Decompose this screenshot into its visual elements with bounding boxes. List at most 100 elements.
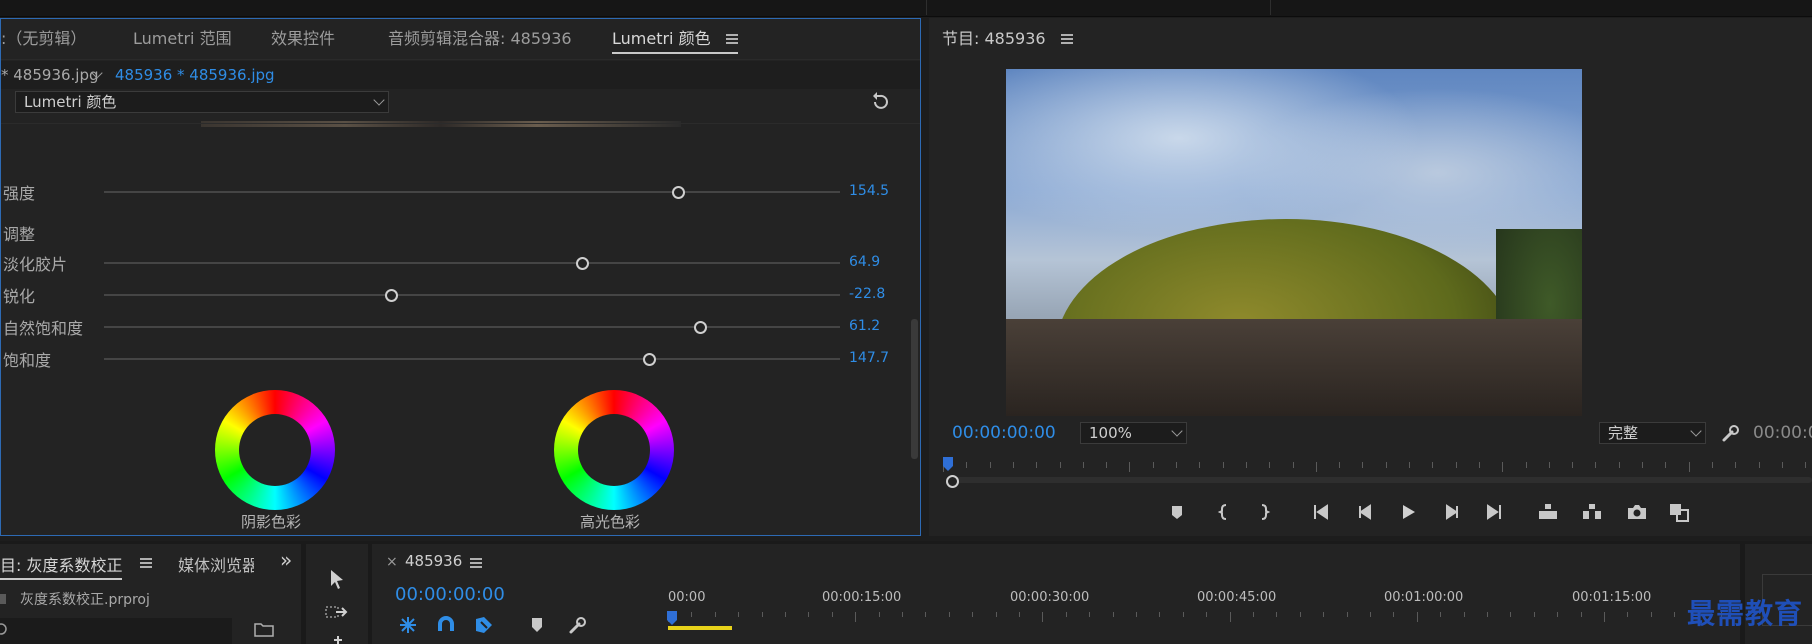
timeline-tick bbox=[1393, 612, 1395, 617]
ruler-tick bbox=[1478, 462, 1480, 468]
scrub-knob[interactable] bbox=[946, 475, 959, 488]
timeline-tick bbox=[1253, 612, 1254, 617]
mark-in-icon[interactable] bbox=[1212, 500, 1236, 524]
menu-icon[interactable] bbox=[470, 558, 482, 569]
program-playhead-icon[interactable] bbox=[942, 456, 954, 472]
slider-value-saturation[interactable]: 147.7 bbox=[849, 350, 889, 366]
tab-audio-clip-mixer[interactable]: 音频剪辑混合器: 485936 bbox=[388, 26, 572, 52]
master-clip-label[interactable]: * 485936.jpg bbox=[1, 66, 99, 84]
effect-dropdown[interactable]: Lumetri 颜色 bbox=[15, 91, 389, 113]
timeline-tick bbox=[1463, 612, 1465, 617]
timeline-tick bbox=[738, 612, 740, 617]
slider-track-vibrance[interactable] bbox=[104, 326, 840, 328]
tab-lumetri-color[interactable]: Lumetri 颜色 bbox=[612, 26, 738, 54]
slider-value-faded-film[interactable]: 64.9 bbox=[849, 254, 880, 270]
program-timecode[interactable]: 00:00:00:00 bbox=[952, 423, 1056, 443]
highlight-tint-wheel[interactable] bbox=[554, 390, 674, 510]
tab-media-browser[interactable]: 媒体浏览器 bbox=[178, 552, 254, 576]
ruler-tick bbox=[1222, 462, 1224, 468]
timeline-tick bbox=[1346, 612, 1348, 617]
sequence-tab[interactable]: 485936 bbox=[405, 552, 462, 570]
menu-icon[interactable] bbox=[725, 34, 738, 45]
tab-source[interactable]: :（无剪辑） bbox=[1, 26, 86, 52]
camera-icon[interactable] bbox=[1625, 500, 1649, 524]
ruler-tick bbox=[1572, 462, 1574, 468]
ruler-tick bbox=[1315, 462, 1317, 472]
slider-knob-sharpen[interactable] bbox=[385, 289, 399, 302]
sequence-clip-label[interactable]: 485936 * 485936.jpg bbox=[115, 66, 275, 84]
slider-track-faded-film[interactable] bbox=[104, 262, 840, 264]
program-scrub-bar[interactable] bbox=[950, 477, 1812, 483]
program-video-frame[interactable] bbox=[1006, 69, 1582, 416]
ruler-tick bbox=[1688, 462, 1690, 472]
tab-effect-controls[interactable]: 效果控件 bbox=[271, 26, 335, 52]
zoom-dropdown[interactable]: 100% bbox=[1080, 422, 1187, 444]
timeline-timecode[interactable]: 00:00:00:00 bbox=[395, 584, 505, 605]
go-to-out-icon[interactable] bbox=[1482, 500, 1506, 524]
slider-knob-vibrance[interactable] bbox=[694, 321, 708, 334]
mark-out-icon[interactable] bbox=[1252, 500, 1276, 524]
slider-knob-faded-film[interactable] bbox=[576, 257, 590, 270]
slider-track-intensity[interactable] bbox=[104, 191, 840, 193]
slider-knob-saturation[interactable] bbox=[642, 353, 656, 366]
folder-icon[interactable] bbox=[254, 621, 274, 637]
slider-track-saturation[interactable] bbox=[104, 358, 840, 360]
video-town bbox=[1006, 319, 1582, 416]
effect-dropdown-value: Lumetri 颜色 bbox=[24, 93, 117, 111]
work-area-bar[interactable] bbox=[668, 626, 732, 630]
menu-icon[interactable] bbox=[140, 558, 152, 569]
timeline-tick bbox=[761, 612, 763, 617]
project-file-name[interactable]: 灰度系数校正.prproj bbox=[20, 589, 150, 609]
top-bar bbox=[0, 0, 1812, 17]
add-marker-icon[interactable] bbox=[530, 616, 544, 634]
slider-track-sharpen[interactable] bbox=[104, 294, 840, 296]
duration-timecode[interactable]: 00:00:0 bbox=[1753, 423, 1812, 443]
close-icon[interactable]: × bbox=[386, 554, 398, 570]
more-tools-icon[interactable] bbox=[333, 636, 343, 644]
timeline-tick bbox=[1650, 612, 1652, 617]
slider-value-sharpen[interactable]: -22.8 bbox=[849, 286, 885, 302]
tab-lumetri-scopes[interactable]: Lumetri 范围 bbox=[133, 26, 232, 52]
timeline-tick bbox=[1089, 612, 1091, 617]
panel-scrollbar[interactable] bbox=[911, 319, 918, 459]
nest-icon[interactable] bbox=[398, 615, 418, 635]
shadow-tint-wheel[interactable] bbox=[215, 390, 335, 510]
slider-knob-intensity[interactable] bbox=[672, 186, 686, 199]
selection-tool-icon[interactable] bbox=[328, 568, 346, 590]
step-back-icon[interactable] bbox=[1353, 500, 1377, 524]
timeline-tick bbox=[948, 612, 950, 617]
timeline-tick bbox=[1182, 612, 1184, 617]
search-input[interactable] bbox=[0, 618, 232, 644]
ruler-tick bbox=[1269, 462, 1271, 468]
clip-selector-bar: * 485936.jpg 485936 * 485936.jpg bbox=[1, 61, 920, 89]
extract-icon[interactable] bbox=[1580, 500, 1604, 524]
timeline-tick bbox=[785, 612, 786, 617]
snap-icon[interactable] bbox=[436, 615, 456, 635]
wrench-icon[interactable] bbox=[1721, 423, 1741, 443]
timeline-playhead-icon[interactable] bbox=[666, 610, 678, 626]
ruler-tick bbox=[1548, 462, 1550, 468]
playback-resolution-dropdown[interactable]: 完整 bbox=[1599, 422, 1706, 444]
ruler-label: 00:00 bbox=[668, 590, 706, 605]
slider-value-vibrance[interactable]: 61.2 bbox=[849, 318, 880, 334]
marker-icon[interactable] bbox=[1165, 500, 1189, 524]
timeline-ruler[interactable]: 00:00 00:00:15:00 00:00:30:00 00:00:45:0… bbox=[666, 590, 1740, 636]
track-select-tool-icon[interactable] bbox=[324, 602, 350, 622]
expand-panels-icon[interactable]: » bbox=[280, 548, 292, 572]
play-icon[interactable] bbox=[1396, 500, 1420, 524]
program-title-text: 节目: 485936 bbox=[942, 29, 1046, 48]
link-icon[interactable] bbox=[474, 615, 494, 635]
reset-icon[interactable] bbox=[869, 91, 891, 113]
compare-icon[interactable] bbox=[1667, 500, 1691, 524]
timeline-tick bbox=[972, 612, 974, 617]
lift-icon[interactable] bbox=[1536, 500, 1560, 524]
tab-project[interactable]: 目: 灰度系数校正 bbox=[0, 552, 123, 580]
timeline-settings-icon[interactable] bbox=[568, 615, 588, 635]
timeline-ticks bbox=[668, 612, 1740, 622]
menu-icon[interactable] bbox=[1060, 34, 1073, 45]
program-time-ruler[interactable] bbox=[943, 462, 1812, 475]
step-forward-icon[interactable] bbox=[1440, 500, 1464, 524]
slider-value-intensity[interactable]: 154.5 bbox=[849, 183, 889, 199]
go-to-in-icon[interactable] bbox=[1309, 500, 1333, 524]
chevron-down-icon bbox=[373, 94, 385, 106]
